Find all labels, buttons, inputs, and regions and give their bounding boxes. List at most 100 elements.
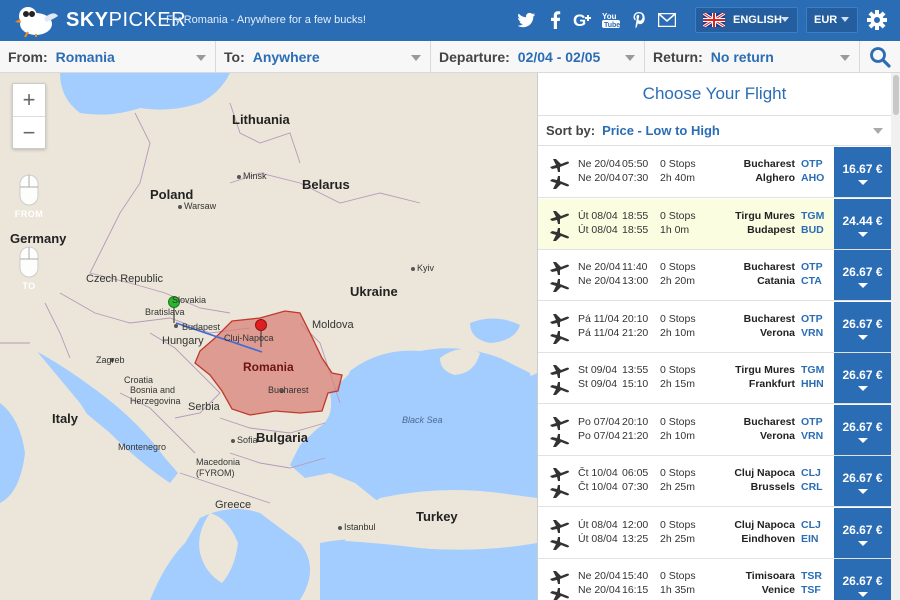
facebook-icon[interactable]	[544, 9, 566, 31]
arrive-time: 13:25	[622, 532, 649, 545]
destination-code: AHO	[801, 172, 825, 184]
uk-flag-icon	[703, 13, 725, 27]
departure-field[interactable]: Departure: 02/04 - 02/05	[431, 41, 645, 73]
destination-code: VRN	[801, 326, 824, 339]
flight-duration: 2h 20m	[660, 275, 696, 287]
youtube-icon[interactable]: You Tube	[600, 9, 622, 31]
depart-time: 15:40	[622, 570, 649, 582]
origin-city: Cluj Napoca	[734, 518, 795, 531]
price-button[interactable]: 26.67 €	[834, 353, 891, 403]
from-label: From:	[8, 49, 48, 65]
language-dropdown[interactable]: ENGLISH	[695, 7, 798, 33]
return-field[interactable]: Return: No return	[645, 41, 860, 73]
sort-dropdown[interactable]: Sort by: Price - Low to High	[538, 115, 891, 146]
flight-row[interactable]: Pá 11/04 20:10 0 Stops Pá 11/04 21:20 2h 10m B…	[538, 301, 891, 353]
arrival-line: Út 08/04 13:25 2h 25m	[578, 533, 704, 545]
results-title: Choose Your Flight	[642, 84, 787, 103]
flight-row[interactable]: St 09/04 13:55 0 Stops St 09/04 15:10 2h 15m T…	[538, 353, 891, 404]
arrival-line: Ne 20/0413:00 2h 20m	[578, 275, 704, 287]
map-label-warsaw: Warsaw	[184, 201, 217, 211]
plane-icon	[550, 262, 569, 292]
chevron-down-icon	[858, 540, 868, 546]
destination-city: Budapest	[747, 223, 795, 236]
zoom-in-button[interactable]: +	[13, 84, 45, 116]
arrive-time: 21:20	[622, 326, 649, 339]
flight-duration: 1h 35m	[660, 584, 696, 596]
chevron-down-icon	[873, 128, 883, 134]
chevron-down-icon	[858, 283, 868, 288]
map-label-turkey: Turkey	[416, 509, 458, 524]
price-amount: 26.67 €	[842, 265, 883, 279]
skypicker-mascot-logo[interactable]	[14, 2, 60, 38]
price-button[interactable]: 24.44 €	[834, 198, 891, 249]
zoom-out-button[interactable]: −	[13, 116, 45, 148]
price-button[interactable]: 26.67 €	[834, 507, 891, 558]
stops-count: 0 Stops	[660, 570, 696, 582]
to-pin-tool[interactable]: TO	[10, 245, 48, 291]
price-button[interactable]: 26.67 €	[834, 301, 891, 352]
price-button[interactable]: 26.67 €	[834, 404, 891, 455]
results-panel: Choose Your Flight Sort by: Price - Low …	[537, 73, 900, 600]
price-amount: 26.67 €	[842, 368, 883, 382]
depart-time: 12:00	[622, 518, 649, 531]
to-field[interactable]: To: Anywhere	[216, 41, 431, 73]
map-label-black-sea: Black Sea	[402, 415, 443, 425]
depart-date: Út 08/04	[578, 209, 618, 222]
mouse-pin-icon	[19, 246, 39, 278]
flight-row[interactable]: Út 08/04 18:55 0 Stops Út 08/04 18:55 1h 0m Ti…	[538, 198, 891, 250]
search-button[interactable]	[860, 41, 900, 73]
flight-row[interactable]: Ne 20/0411:40 0 Stops Ne 20/0413:00 2h 20m B…	[538, 250, 891, 301]
zoom-control: + −	[12, 83, 46, 149]
price-amount: 26.67 €	[842, 574, 883, 588]
from-field[interactable]: From: Romania	[0, 41, 216, 73]
chevron-down-icon	[858, 231, 868, 237]
arrival-line: Po 07/04 21:20 2h 10m	[578, 430, 704, 442]
map-view[interactable]: Lithuania Belarus Poland Germany Czech R…	[0, 73, 537, 600]
plane-icon	[550, 519, 569, 550]
twitter-icon[interactable]	[516, 9, 538, 31]
arrive-date: Ne 20/04	[578, 275, 621, 287]
chevron-down-icon	[625, 55, 635, 61]
pinterest-icon[interactable]	[628, 9, 650, 31]
map-label-sofia: Sofia	[237, 435, 258, 445]
map-label-macedonia: Macedonia (FYROM)	[196, 457, 241, 478]
outbound-line: Čt 10/04 06:05 0 Stops	[578, 467, 704, 479]
flight-duration: 1h 0m	[660, 223, 690, 236]
gear-icon[interactable]	[866, 9, 888, 31]
destination-code: CTA	[801, 275, 822, 287]
flight-row[interactable]: Po 07/04 20:10 0 Stops Po 07/04 21:20 2h 10m B…	[538, 404, 891, 456]
depart-time: 05:50	[622, 158, 649, 170]
destination-code: CRL	[801, 481, 823, 493]
arrive-time: 13:00	[622, 275, 649, 287]
flight-row[interactable]: Ne 20/0405:50 0 Stops Ne 20/0407:30 2h 40m B…	[538, 147, 891, 198]
email-icon[interactable]	[656, 9, 678, 31]
price-button[interactable]: 16.67 €	[834, 147, 891, 197]
search-bar: From: Romania To: Anywhere Departure: 02…	[0, 41, 900, 73]
results-scrollbar[interactable]	[891, 73, 900, 600]
price-amount: 26.67 €	[842, 419, 883, 434]
origin-city: Tirgu Mures	[735, 209, 795, 222]
plane-icon	[550, 416, 569, 447]
currency-dropdown[interactable]: EUR	[806, 7, 858, 33]
from-value: Romania	[55, 49, 115, 65]
origin-code: TSR	[801, 570, 822, 582]
map-label-budapest: Budapest	[182, 322, 221, 332]
scrollbar-thumb[interactable]	[893, 75, 899, 115]
map-label-zagreb: Zagreb	[96, 355, 125, 365]
price-amount: 16.67 €	[842, 162, 883, 176]
price-amount: 26.67 €	[842, 471, 883, 485]
outbound-line: Ne 20/0415:40 0 Stops	[578, 570, 704, 582]
flight-row[interactable]: Út 08/04 12:00 0 Stops Út 08/04 13:25 2h 25m C…	[538, 507, 891, 559]
currency-label: EUR	[814, 14, 838, 26]
flight-row[interactable]: Čt 10/04 06:05 0 Stops Čt 10/04 07:30 2h 25m C…	[538, 456, 891, 507]
google-plus-icon[interactable]: G	[572, 9, 594, 31]
from-tool-label: FROM	[14, 209, 44, 219]
price-button[interactable]: 26.67 €	[834, 456, 891, 506]
map-label-slovakia: Slovakia	[172, 295, 207, 305]
flight-row[interactable]: Ne 20/0415:40 0 Stops Ne 20/0416:15 1h 35m T…	[538, 559, 891, 600]
price-button[interactable]: 26.67 €	[834, 559, 891, 600]
tagline: Fly Romania - Anywhere for a few bucks!	[166, 14, 366, 26]
price-button[interactable]: 26.67 €	[834, 250, 891, 300]
from-pin-tool[interactable]: FROM	[10, 173, 48, 219]
map-label-istanbul: Istanbul	[344, 522, 376, 532]
